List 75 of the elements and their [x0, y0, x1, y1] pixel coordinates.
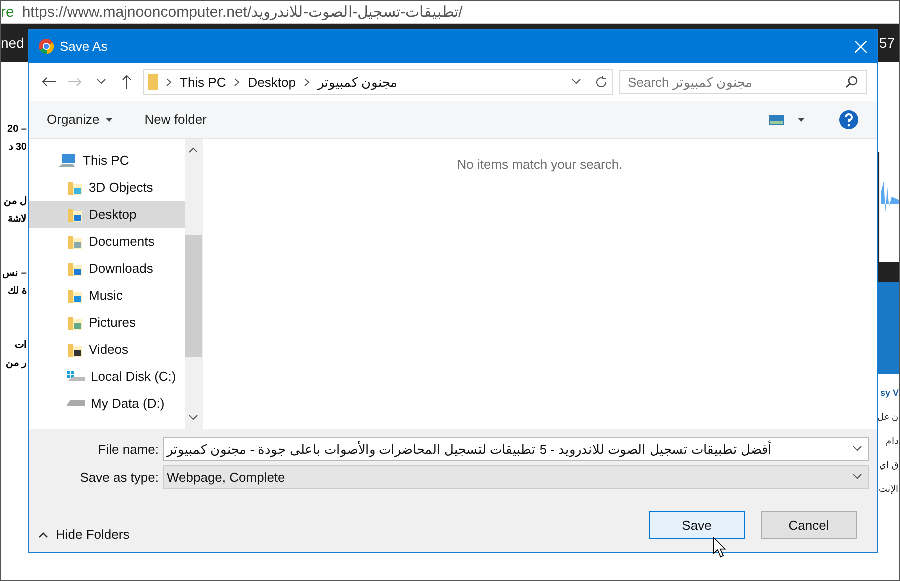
breadcrumb-item[interactable]: This PC — [180, 74, 226, 90]
article-text: 30 د — [9, 141, 27, 153]
view-options-icon[interactable] — [769, 114, 807, 124]
folder-icon — [148, 74, 158, 90]
breadcrumb-item[interactable]: مجنون كمبيوتر — [318, 74, 398, 90]
tab-text: 57 — [879, 35, 895, 51]
up-arrow-icon — [122, 75, 132, 89]
scrollbar[interactable] — [185, 139, 202, 429]
breadcrumb-item[interactable]: Desktop — [248, 74, 296, 90]
document-folder-icon — [67, 234, 83, 250]
cursor-icon — [713, 537, 727, 558]
forward-arrow-icon — [68, 77, 82, 87]
drive-icon — [67, 370, 85, 382]
drive-icon — [67, 400, 85, 408]
search-icon — [846, 76, 858, 88]
computer-icon — [59, 154, 77, 168]
folder-tree-item[interactable]: Documents — [29, 228, 185, 255]
article-text: sy V — [880, 388, 899, 398]
chrome-logo-icon — [39, 39, 54, 54]
folder-tree-item[interactable]: Desktop — [29, 201, 185, 228]
article-text: دام — [886, 436, 899, 446]
folder-tree-item[interactable]: Pictures — [29, 309, 185, 336]
hide-folders-button[interactable]: Hide Folders — [39, 527, 130, 542]
film-folder-icon — [67, 342, 83, 358]
article-text: – نس — [2, 267, 27, 279]
refresh-icon[interactable] — [595, 76, 608, 88]
chevron-icon — [234, 78, 240, 86]
folder-tree-item[interactable]: My Data (D:) — [29, 390, 185, 417]
folder-tree-item[interactable]: Videos — [29, 336, 185, 363]
file-name-field[interactable]: أفضل تطبيقات تسجيل الصوت للاندرويد - 5 تطبيقات لتسجيل المحاضرات والأصوات باعلى جودة - مجنون كمبيوتر — [163, 437, 869, 461]
chevron-icon — [166, 78, 172, 86]
article-text: – 20 — [8, 124, 27, 135]
picture-folder-icon — [67, 314, 83, 330]
article-text: الإنت — [879, 484, 899, 494]
desktop-folder-icon — [67, 206, 83, 222]
chevron-icon — [304, 78, 310, 86]
field-label: Save as type: — [79, 470, 159, 484]
scroll-up-icon[interactable] — [189, 147, 198, 153]
dropdown-caret-icon — [853, 474, 862, 480]
folder-tree-item[interactable]: Music — [29, 282, 185, 309]
empty-message: No items match your search. — [457, 157, 623, 173]
article-text: ن عل — [877, 412, 899, 422]
cancel-button[interactable]: Cancel — [761, 511, 857, 539]
article-text: ر من — [6, 357, 27, 369]
url-text[interactable]: https://www.majnooncomputer.net/تطبيقات-تسجيل-الصوت-للاندرويد/ — [22, 3, 463, 21]
chevron-up-icon — [39, 532, 48, 538]
folder-tree-item[interactable]: Local Disk (C:) — [29, 363, 185, 390]
article-text: ق اي — [879, 460, 899, 470]
folder-tree-item[interactable]: 3D Objects — [29, 174, 185, 201]
scroll-down-icon[interactable] — [189, 415, 198, 421]
chevron-down-icon — [96, 79, 106, 85]
article-text: ة لك — [8, 285, 27, 297]
folder-tree-item[interactable]: This PC — [29, 147, 185, 174]
caret-icon — [106, 118, 113, 122]
organize-button[interactable]: Organize — [47, 112, 113, 127]
search-field[interactable]: Search مجنون كمبيوتر — [619, 70, 867, 94]
dropdown-caret-icon — [853, 446, 862, 452]
article-text: ل من — [4, 195, 27, 207]
download-folder-icon — [67, 260, 83, 276]
help-icon[interactable] — [839, 110, 859, 130]
tab-text: ned — [1, 35, 24, 51]
music-folder-icon — [67, 288, 83, 304]
new-folder-button[interactable]: New folder — [144, 112, 207, 127]
address-prefix: re — [1, 4, 14, 20]
save-button[interactable]: Save — [649, 511, 745, 539]
field-label: File name: — [97, 442, 159, 456]
save-type-dropdown[interactable]: Webpage, Complete — [163, 465, 869, 489]
back-arrow-icon — [42, 77, 56, 87]
cube-folder-icon — [67, 180, 83, 196]
folder-tree-item[interactable]: Downloads — [29, 255, 185, 282]
dropdown-caret-icon — [572, 79, 581, 85]
article-text: لاشة — [8, 213, 27, 225]
article-text: ات — [15, 339, 27, 351]
window-title: Save As — [60, 39, 109, 54]
close-icon[interactable] — [855, 40, 867, 52]
